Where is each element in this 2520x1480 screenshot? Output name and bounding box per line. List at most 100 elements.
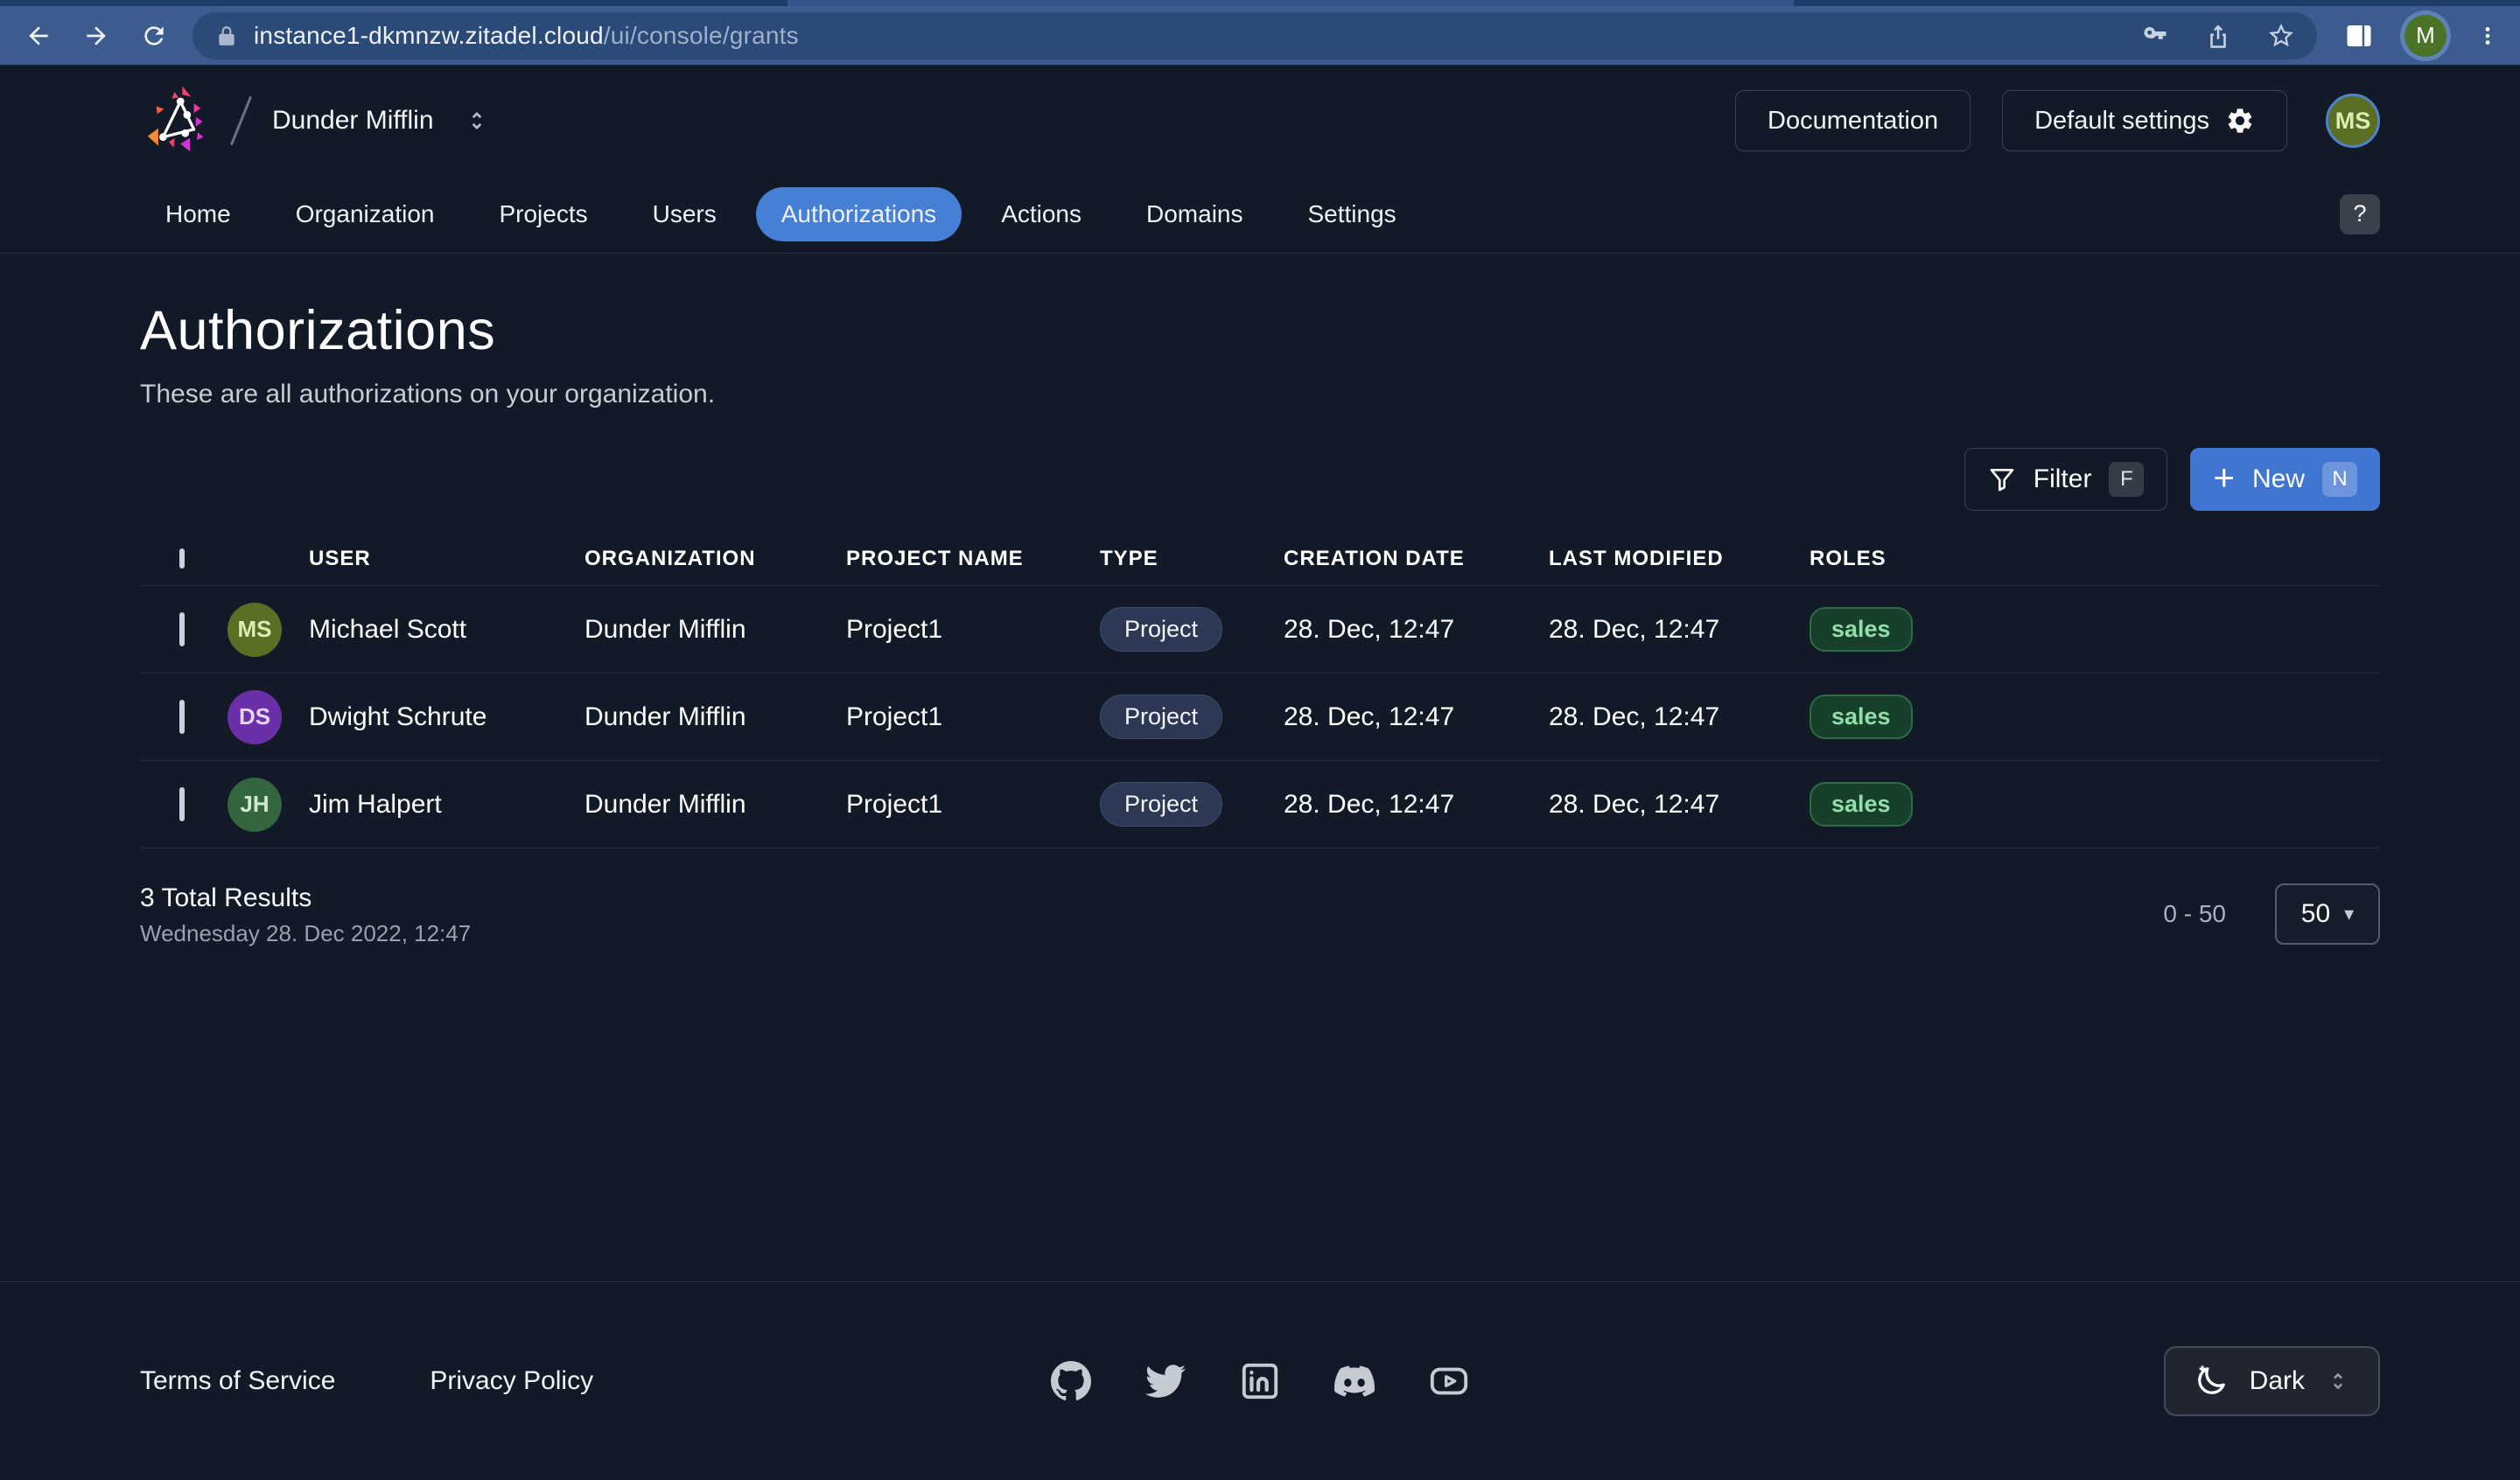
tab-home[interactable]: Home [140,187,256,241]
organization-cell: Dunder Mifflin [584,790,846,820]
discord-icon[interactable] [1334,1361,1375,1401]
side-panel-icon[interactable] [2340,17,2378,55]
table-row[interactable]: JH Jim Halpert Dunder Mifflin Project1 P… [140,761,2380,848]
github-icon[interactable] [1051,1361,1091,1401]
column-type: TYPE [1100,547,1284,571]
filter-shortcut-badge: F [2109,462,2144,497]
help-button[interactable]: ? [2340,194,2380,234]
column-last-modified: LAST MODIFIED [1549,547,1810,571]
avatar: DS [228,690,282,744]
forward-icon[interactable] [77,17,116,55]
creation-date-cell: 28. Dec, 12:47 [1284,615,1549,645]
creation-date-cell: 28. Dec, 12:47 [1284,790,1549,820]
actions-row: Filter F + New N [140,448,2380,511]
total-results: 3 Total Results [140,883,471,913]
table-row[interactable]: DS Dwight Schrute Dunder Mifflin Project… [140,674,2380,761]
dark-mode-moon-icon [2194,1364,2229,1399]
column-creation-date: CREATION DATE [1284,547,1549,571]
table-footer: 3 Total Results Wednesday 28. Dec 2022, … [140,883,2380,947]
unfold-icon [464,108,490,134]
documentation-button[interactable]: Documentation [1735,90,1970,151]
url-host: instance1-dkmnzw.zitadel.cloud [254,22,604,49]
page-description: These are all authorizations on your org… [140,380,2380,409]
tab-organization[interactable]: Organization [270,187,460,241]
project-cell: Project1 [846,615,1100,645]
share-icon[interactable] [2205,23,2231,49]
tab-domains[interactable]: Domains [1121,187,1268,241]
browser-toolbar: instance1-dkmnzw.zitadel.cloud/ui/consol… [0,6,2520,65]
role-badge: sales [1810,782,1913,827]
org-name: Dunder Mifflin [272,106,434,136]
pagination-range: 0 - 50 [2163,900,2226,928]
tab-users[interactable]: Users [627,187,742,241]
new-label: New [2252,464,2305,494]
role-badge: sales [1810,695,1913,739]
new-button[interactable]: + New N [2190,448,2380,511]
back-icon[interactable] [19,17,58,55]
row-checkbox[interactable] [179,787,185,821]
filter-label: Filter [2034,464,2092,494]
user-name: Jim Halpert [309,790,442,820]
default-settings-button[interactable]: Default settings [2002,90,2287,151]
browser-tab-strip [0,0,2520,6]
zitadel-logo-icon[interactable] [140,82,217,159]
user-name: Dwight Schrute [309,702,486,732]
column-project-name: PROJECT NAME [846,547,1100,571]
url-bar[interactable]: instance1-dkmnzw.zitadel.cloud/ui/consol… [192,12,2317,59]
linkedin-icon[interactable] [1240,1361,1280,1401]
creation-date-cell: 28. Dec, 12:47 [1284,702,1549,732]
type-badge: Project [1100,695,1222,739]
last-modified-cell: 28. Dec, 12:47 [1549,790,1810,820]
authorizations-table: USER ORGANIZATION PROJECT NAME TYPE CREA… [140,532,2380,848]
theme-selector[interactable]: Dark [2164,1346,2380,1416]
org-switcher[interactable]: Dunder Mifflin [272,106,490,136]
column-organization: ORGANIZATION [584,547,846,571]
organization-cell: Dunder Mifflin [584,615,846,645]
page-footer: Terms of Service Privacy Policy Dark [0,1281,2520,1480]
url-path: /ui/console/grants [604,22,799,49]
theme-label: Dark [2250,1366,2305,1396]
tab-projects[interactable]: Projects [473,187,612,241]
filter-button[interactable]: Filter F [1964,448,2168,511]
avatar: MS [228,603,282,657]
tab-authorizations[interactable]: Authorizations [756,187,962,241]
type-badge: Project [1100,607,1222,652]
twitter-icon[interactable] [1145,1361,1186,1401]
tab-settings[interactable]: Settings [1283,187,1422,241]
main-content: Authorizations These are all authorizati… [0,299,2520,947]
terms-of-service-link[interactable]: Terms of Service [140,1366,335,1396]
new-shortcut-badge: N [2322,462,2357,497]
row-checkbox[interactable] [179,700,185,734]
chevron-down-icon: ▾ [2344,903,2354,925]
avatar: JH [228,778,282,832]
user-name: Michael Scott [309,615,466,645]
main-nav: Home Organization Projects Users Authori… [0,175,2520,254]
browser-profile-avatar[interactable]: M [2404,15,2446,57]
browser-menu-icon[interactable] [2474,23,2501,49]
password-key-icon[interactable] [2142,23,2168,49]
select-all-checkbox[interactable] [179,548,185,569]
reload-icon[interactable] [135,17,173,55]
tab-actions[interactable]: Actions [976,187,1107,241]
page-size-value: 50 [2301,899,2330,929]
gear-icon [2225,106,2255,136]
table-header-row: USER ORGANIZATION PROJECT NAME TYPE CREA… [140,532,2380,586]
bookmark-star-icon[interactable] [2268,23,2294,49]
privacy-policy-link[interactable]: Privacy Policy [430,1366,593,1396]
youtube-icon[interactable] [1429,1361,1469,1401]
page-size-select[interactable]: 50 ▾ [2275,883,2380,945]
last-modified-cell: 28. Dec, 12:47 [1549,615,1810,645]
table-row[interactable]: MS Michael Scott Dunder Mifflin Project1… [140,586,2380,674]
url-text: instance1-dkmnzw.zitadel.cloud/ui/consol… [254,22,799,50]
project-cell: Project1 [846,790,1100,820]
user-avatar[interactable]: MS [2326,94,2380,148]
browser-active-tab[interactable] [788,0,1794,6]
last-modified-cell: 28. Dec, 12:47 [1549,702,1810,732]
project-cell: Project1 [846,702,1100,732]
default-settings-label: Default settings [2034,107,2209,136]
social-links [1051,1361,1469,1401]
page-title: Authorizations [140,299,2380,362]
lock-icon [215,24,238,47]
row-checkbox[interactable] [179,612,185,646]
filter-funnel-icon [1988,465,2016,493]
